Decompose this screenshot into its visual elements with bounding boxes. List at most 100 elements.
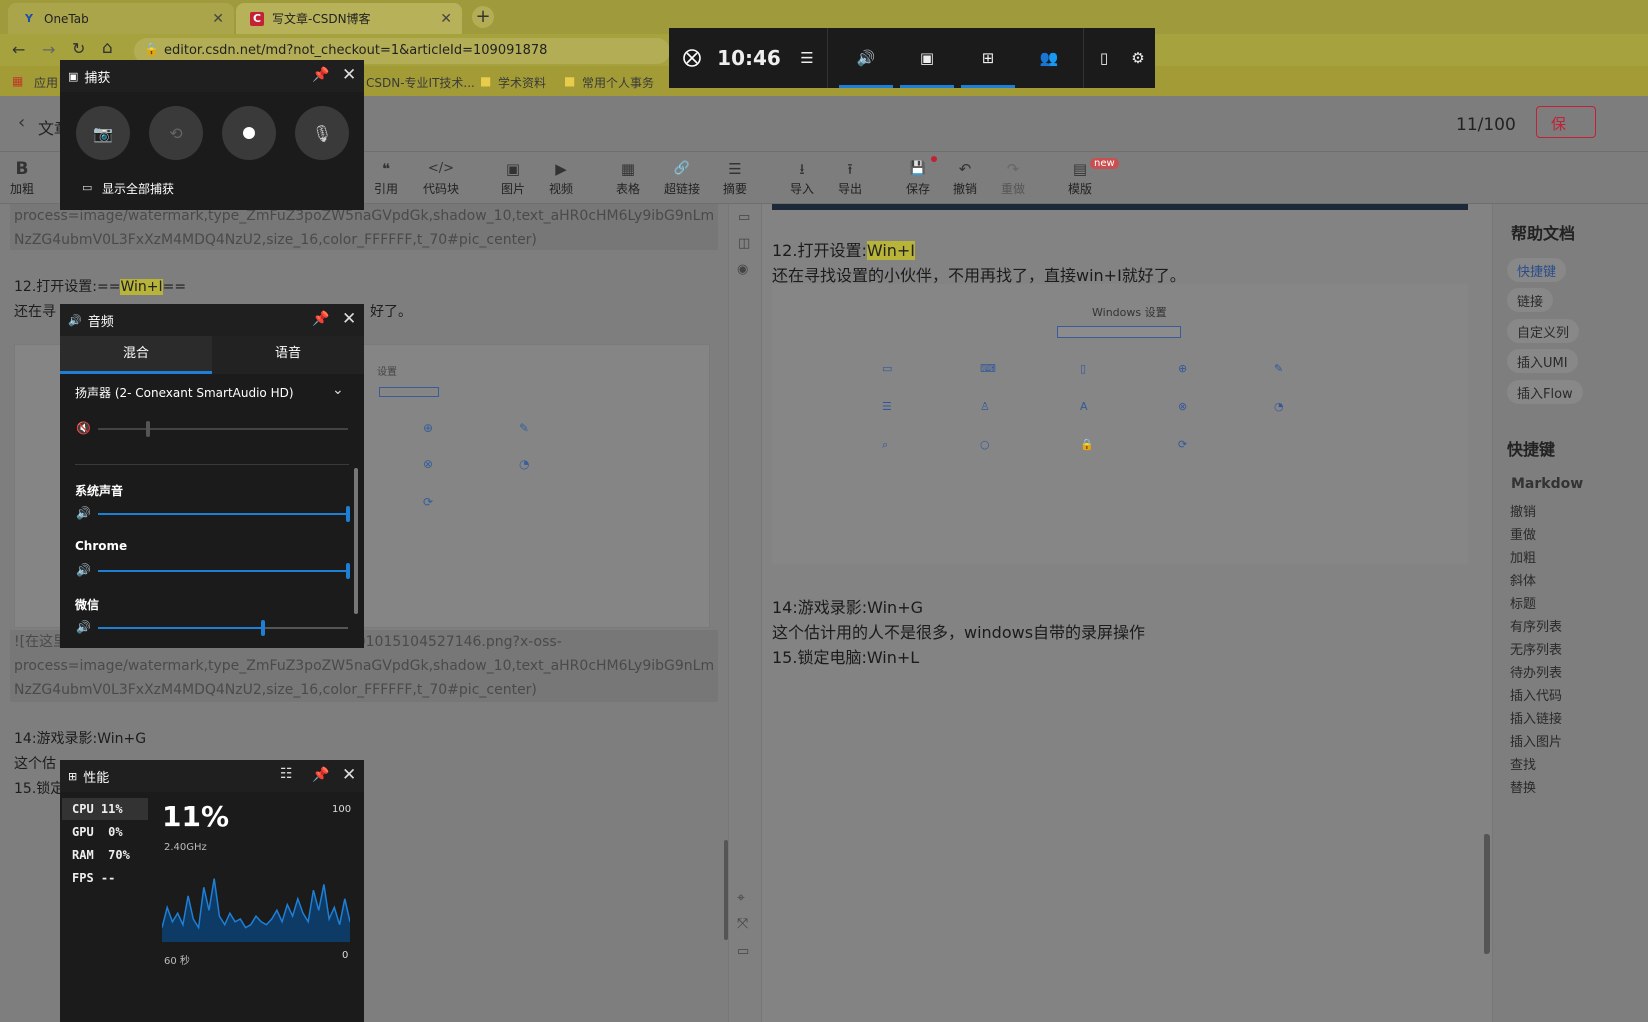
onetab-icon: Y bbox=[25, 12, 33, 25]
output-device-select[interactable]: 扬声器 (2- Conexant SmartAudio HD) bbox=[75, 384, 294, 401]
tab-voice[interactable]: 语音 bbox=[212, 336, 364, 374]
widget-menu-icon[interactable]: ☰ bbox=[791, 28, 823, 88]
new-badge: new bbox=[1090, 158, 1119, 169]
screenshot-button[interactable]: 📷 bbox=[76, 106, 130, 160]
forward-icon[interactable]: → bbox=[42, 40, 55, 59]
redo-button[interactable]: ↷ 重做 bbox=[993, 158, 1033, 197]
tab-onetab[interactable]: Y OneTab ✕ bbox=[8, 3, 234, 34]
devices-icon: ⌨ bbox=[980, 362, 996, 375]
record-last-icon: ⟲ bbox=[169, 123, 183, 143]
metric-gpu[interactable]: GPU 0% bbox=[72, 825, 123, 839]
link-button[interactable]: 🔗 超链接 bbox=[660, 158, 704, 197]
show-all-captures-link[interactable]: 显示全部捕获 bbox=[102, 180, 174, 197]
metric-fps[interactable]: FPS -- bbox=[72, 871, 115, 885]
monitor-icon[interactable]: ▭ bbox=[737, 944, 749, 959]
close-tab-icon[interactable]: ✕ bbox=[212, 11, 224, 27]
close-icon[interactable]: ✕ bbox=[342, 309, 356, 329]
reload-icon[interactable]: ↻ bbox=[72, 39, 85, 58]
split-view-icon[interactable]: ◫ bbox=[738, 236, 750, 251]
publish-button[interactable]: 保 bbox=[1536, 106, 1596, 138]
chevron-left-icon[interactable]: ‹ bbox=[18, 112, 25, 133]
new-tab-button[interactable]: + bbox=[472, 6, 494, 28]
metric-ram[interactable]: RAM 70% bbox=[72, 848, 130, 862]
close-tab-icon[interactable]: ✕ bbox=[440, 11, 452, 27]
start-recording-button[interactable] bbox=[222, 106, 276, 160]
help-scrollbar[interactable] bbox=[1484, 834, 1490, 954]
help-tag-flow[interactable]: 插入Flow bbox=[1507, 380, 1583, 404]
help-tag-uml[interactable]: 插入UMI bbox=[1507, 349, 1578, 373]
pin-icon[interactable]: 📌 bbox=[312, 311, 329, 327]
performance-widget-icon[interactable]: ⊞ bbox=[961, 28, 1015, 88]
quote-icon: ❝ bbox=[381, 160, 391, 178]
video-button[interactable]: ▶ 视频 bbox=[541, 158, 581, 197]
tab-title: OneTab bbox=[44, 11, 89, 26]
metric-cpu[interactable]: CPU 11% bbox=[72, 802, 123, 816]
pin-icon[interactable]: 📌 bbox=[312, 67, 329, 83]
locate-icon[interactable]: ⌖ bbox=[737, 890, 745, 906]
xbox-icon[interactable] bbox=[669, 28, 715, 88]
bookmark-apps[interactable]: 应用 bbox=[34, 74, 58, 91]
back-icon[interactable]: ← bbox=[12, 40, 25, 59]
layout-icon[interactable]: ▭ bbox=[738, 210, 750, 225]
link-icon: 🔗 bbox=[673, 161, 691, 176]
settings-gear-icon[interactable]: ⚙ bbox=[1121, 28, 1155, 88]
settings-label: 设置 bbox=[377, 367, 397, 378]
save-button[interactable]: 💾 保存 bbox=[898, 158, 938, 197]
bookmark-personal[interactable]: 常用个人事务 bbox=[582, 74, 654, 91]
audio-widget-icon[interactable]: 🔊 bbox=[839, 28, 893, 88]
codeblock-button[interactable]: </> 代码块 bbox=[420, 158, 462, 197]
undo-button[interactable]: ↶ 撤销 bbox=[945, 158, 985, 197]
bookmark-academic[interactable]: 学术资料 bbox=[498, 74, 546, 91]
master-volume-thumb[interactable] bbox=[146, 421, 150, 437]
speaker-icon[interactable]: 🔊 bbox=[76, 563, 91, 577]
table-button[interactable]: ▦ 表格 bbox=[608, 158, 648, 197]
bookmark-csdn[interactable]: CSDN-专业IT技术... bbox=[366, 74, 475, 91]
home-icon[interactable]: ⌂ bbox=[102, 38, 113, 58]
help-tag-links[interactable]: 链接 bbox=[1507, 288, 1554, 312]
speaker-icon[interactable]: 🔊 bbox=[76, 506, 91, 520]
pen-icon: ✎ bbox=[519, 421, 530, 435]
app-name: 系统声音 bbox=[75, 484, 124, 498]
app-volume-thumb[interactable] bbox=[346, 506, 350, 522]
record-last-button[interactable]: ⟲ bbox=[149, 106, 203, 160]
fullscreen-icon[interactable]: ⤧ bbox=[737, 916, 748, 932]
chevron-down-icon[interactable]: ⌄ bbox=[332, 382, 344, 398]
lock-icon: 🔒 bbox=[144, 42, 159, 56]
help-tag-custom-list[interactable]: 自定义列 bbox=[1507, 319, 1580, 343]
folder-icon: ■ bbox=[564, 74, 576, 88]
capture-widget: ▣ 捕获 📌 ✕ 📷 ⟲ 🎙 ▭ 显示全部捕获 bbox=[60, 60, 364, 210]
mouse-icon[interactable]: ▯ bbox=[1085, 28, 1123, 88]
markdown-preview-pane[interactable]: 12.打开设置:Win+I 还在寻找设置的小伙伴，不用再找了，直接win+I就好… bbox=[762, 204, 1532, 1022]
app-volume-thumb[interactable] bbox=[261, 620, 265, 636]
speaker-icon[interactable]: 🔊 bbox=[76, 620, 91, 634]
options-sliders-icon[interactable]: ☷ bbox=[280, 766, 293, 782]
summary-button[interactable]: ☰ 摘要 bbox=[715, 158, 755, 197]
close-icon[interactable]: ✕ bbox=[342, 765, 356, 785]
paragraph-14-preview: 这个估计用的人不是很多，windows自带的录屏操作 bbox=[772, 623, 1146, 642]
social-widget-icon[interactable]: 👥 bbox=[1022, 28, 1076, 88]
graph-min-label: 0 bbox=[342, 950, 349, 961]
app-volume-thumb[interactable] bbox=[346, 563, 350, 579]
speaker-muted-icon[interactable]: 🔇 bbox=[76, 421, 91, 435]
image-button[interactable]: ▣ 图片 bbox=[493, 158, 533, 197]
divider bbox=[75, 464, 349, 465]
audio-scrollbar[interactable] bbox=[354, 468, 358, 614]
tab-mix[interactable]: 混合 bbox=[60, 336, 212, 374]
mic-toggle-button[interactable]: 🎙 bbox=[295, 106, 349, 160]
record-dot-icon bbox=[243, 127, 255, 139]
preview-eye-icon[interactable]: ◉ bbox=[737, 262, 748, 277]
help-tag-shortcuts[interactable]: 快捷键 bbox=[1507, 258, 1567, 282]
tab-csdn[interactable]: C 写文章-CSDN博客 ✕ bbox=[236, 3, 462, 34]
help-item: 斜体 bbox=[1510, 574, 1537, 589]
export-button[interactable]: ⭱ 导出 bbox=[830, 158, 870, 197]
paragraph-14-source: 这个估 bbox=[14, 756, 56, 772]
bold-button[interactable]: B 加粗 bbox=[2, 158, 42, 197]
close-icon[interactable]: ✕ bbox=[342, 65, 356, 85]
import-button[interactable]: ⭳ 导入 bbox=[782, 158, 822, 197]
master-volume-slider[interactable] bbox=[98, 428, 348, 430]
quote-button[interactable]: ❝ 引用 bbox=[366, 158, 406, 197]
pin-icon[interactable]: 📌 bbox=[312, 767, 329, 783]
capture-widget-icon[interactable]: ▣ bbox=[900, 28, 954, 88]
bold-icon: B bbox=[15, 159, 29, 179]
network-icon: ⊕ bbox=[1178, 362, 1188, 375]
